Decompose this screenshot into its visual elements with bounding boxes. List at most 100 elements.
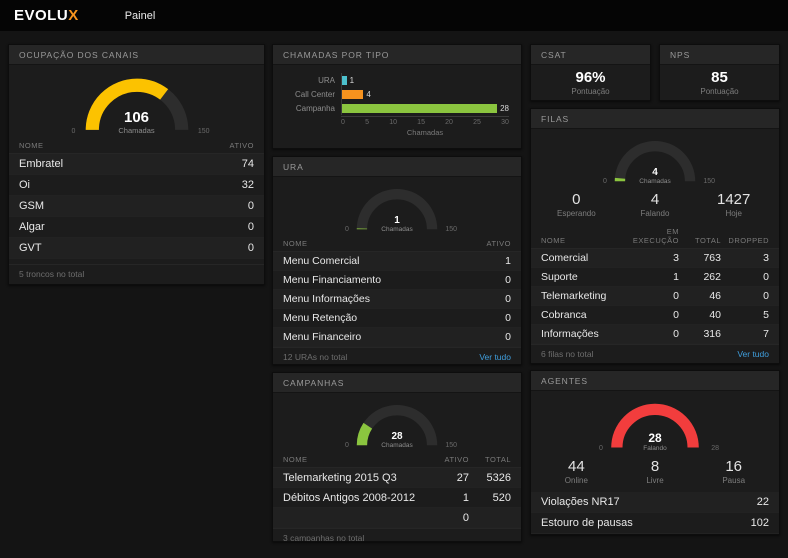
bar-track: 4 bbox=[341, 89, 509, 99]
nps-score: 85 Pontuação bbox=[660, 65, 779, 100]
footer-note: 5 troncos no total bbox=[19, 269, 85, 279]
stat-value: 4 bbox=[650, 191, 660, 208]
campanhas-table: Telemarketing 2015 Q3 27 5326 Débitos Anti… bbox=[273, 468, 521, 528]
cell-ativo: 0 bbox=[247, 200, 254, 212]
gauge-label: Falando bbox=[643, 444, 667, 452]
x-axis-label: Chamadas bbox=[406, 128, 444, 137]
bar-label: Call Center bbox=[294, 89, 335, 99]
bar-row-ura: URA 1 bbox=[273, 73, 509, 87]
gauge-min-label: 0 bbox=[345, 226, 349, 233]
table-row: Informações 0 316 7 bbox=[531, 325, 779, 345]
bar-label: Campanha bbox=[295, 103, 335, 113]
table-row: Telemarketing 0 46 0 bbox=[531, 287, 779, 307]
gauge-max-label: 28 bbox=[711, 445, 719, 452]
cell-ativo: 0 bbox=[505, 274, 511, 286]
cell-em-execucao: 3 bbox=[673, 252, 679, 265]
chamadas-por-tipo-chart: URA 1 Call Center 4 Campanha 28 0 5 10 1… bbox=[273, 65, 521, 148]
col-ativo: ATIVO bbox=[444, 455, 469, 464]
panel-footer: 3 campanhas no total bbox=[273, 528, 521, 542]
top-nav-bar: EVOLUX Painel bbox=[0, 0, 788, 31]
cell-total: 46 bbox=[709, 290, 721, 303]
score-value: 96% bbox=[575, 69, 606, 86]
bar-campanha bbox=[341, 103, 498, 113]
table-row: GVT 0 bbox=[9, 238, 264, 259]
logo-accent: X bbox=[68, 7, 79, 24]
tick: 20 bbox=[445, 119, 453, 126]
cell-nome: Menu Comercial bbox=[283, 255, 360, 267]
x-axis-ticks: 0 5 10 15 20 25 30 bbox=[341, 116, 509, 126]
cell-dropped: 5 bbox=[763, 309, 769, 322]
col-total: TOTAL bbox=[695, 236, 721, 246]
footer-note: 3 campanhas no total bbox=[283, 533, 365, 542]
cell-total: 520 bbox=[492, 491, 511, 504]
cell-nome: GVT bbox=[19, 242, 42, 254]
cell-valor: 102 bbox=[750, 517, 769, 529]
ver-tudo-link[interactable]: Ver tudo bbox=[479, 352, 511, 362]
cell-ativo: 0 bbox=[505, 312, 511, 324]
bar-value: 1 bbox=[349, 75, 355, 85]
bar-value: 4 bbox=[366, 89, 371, 99]
panel-csat: CSAT 96% Pontuação bbox=[530, 44, 651, 101]
canais-table: Embratel 74 Oi 32 GSM 0 Algar 0 GVT 0 bbox=[9, 154, 264, 259]
stat-label: Pausa bbox=[722, 476, 746, 485]
table-row: Estouro de pausas 102 bbox=[531, 513, 779, 534]
cell-nome: GSM bbox=[19, 200, 45, 212]
table-row: Comercial 3 763 3 bbox=[531, 249, 779, 269]
gauge-value: 28 bbox=[391, 430, 403, 442]
stat-livre: 8 Livre bbox=[616, 458, 695, 485]
cell-nome: Embratel bbox=[19, 158, 64, 170]
table-header: NOME EM EXECUÇÃO TOTAL DROPPED bbox=[531, 225, 779, 250]
bar-value: 28 bbox=[500, 103, 509, 113]
gauge-value: 1 bbox=[394, 214, 400, 226]
ura-gauge: 1 Chamadas 0 150 bbox=[345, 183, 457, 234]
table-row: Algar 0 bbox=[9, 217, 264, 238]
stat-label: Livre bbox=[646, 476, 664, 485]
cell-nome: Suporte bbox=[541, 271, 578, 284]
cell-nome: Menu Financeiro bbox=[283, 331, 362, 343]
stat-label: Hoje bbox=[725, 209, 742, 218]
cell-em-execucao: 0 bbox=[673, 309, 679, 322]
cell-ativo: 1 bbox=[462, 491, 469, 504]
tick: 0 bbox=[341, 119, 345, 126]
gauge-value: 106 bbox=[123, 109, 150, 127]
agentes-table: Violações NR17 22 Estouro de pausas 102 bbox=[531, 492, 779, 534]
cell-em-execucao: 0 bbox=[673, 290, 679, 303]
canais-gauge: 106 Chamadas 0 150 bbox=[72, 71, 210, 136]
gauge-value: 4 bbox=[652, 166, 658, 178]
score-label: Pontuação bbox=[571, 87, 610, 96]
panel-filas: FILAS 4 Chamadas 0 150 0 Esperando 4 Fal… bbox=[530, 108, 780, 364]
col-total: TOTAL bbox=[485, 455, 511, 464]
panel-footer: 6 filas no total Ver tudo bbox=[531, 344, 779, 363]
ura-table: Menu Comercial 1 Menu Financiamento 0 Menu… bbox=[273, 252, 521, 347]
cell-nome: Violações NR17 bbox=[541, 496, 620, 508]
logo-text: EVOLU bbox=[14, 7, 69, 24]
cell-nome: Débitos Antigos 2008-2012 bbox=[283, 491, 416, 504]
nav-item-painel[interactable]: Painel bbox=[125, 10, 156, 22]
ver-tudo-link[interactable]: Ver tudo bbox=[737, 349, 769, 359]
table-row: Violações NR17 22 bbox=[531, 492, 779, 513]
table-row: Menu Financeiro 0 bbox=[273, 328, 521, 347]
cell-nome: Menu Retenção bbox=[283, 312, 358, 324]
panel-ura: URA 1 Chamadas 0 150 NOME ATIVO Menu Com… bbox=[272, 156, 522, 365]
score-value: 85 bbox=[711, 69, 728, 86]
filas-table: Comercial 3 763 3 Suporte 1 262 0 Telemarketin… bbox=[531, 249, 779, 345]
stat-value: 44 bbox=[567, 458, 585, 475]
gauge-min-label: 0 bbox=[599, 445, 603, 452]
evolux-logo[interactable]: EVOLUX bbox=[14, 7, 79, 24]
cell-valor: 22 bbox=[756, 496, 769, 508]
cell-nome: Telemarketing 2015 Q3 bbox=[283, 471, 397, 484]
cell-dropped: 3 bbox=[763, 252, 769, 265]
panel-title: CAMPANHAS bbox=[273, 373, 521, 393]
stat-online: 44 Online bbox=[537, 458, 616, 485]
table-row: Menu Comercial 1 bbox=[273, 252, 521, 271]
cell-total: 262 bbox=[703, 271, 721, 284]
stat-label: Falando bbox=[640, 209, 670, 218]
cell-ativo: 32 bbox=[241, 179, 254, 191]
bar-track: 28 bbox=[341, 103, 509, 113]
stat-falando: 4 Falando bbox=[616, 191, 695, 218]
panel-title: OCUPAÇÃO DOS CANAIS bbox=[9, 45, 264, 65]
table-row: 0 bbox=[273, 508, 521, 528]
agentes-stats: 44 Online 8 Livre 16 Pausa bbox=[531, 455, 779, 492]
cell-nome: Cobranca bbox=[541, 309, 587, 322]
table-row: GSM 0 bbox=[9, 196, 264, 217]
